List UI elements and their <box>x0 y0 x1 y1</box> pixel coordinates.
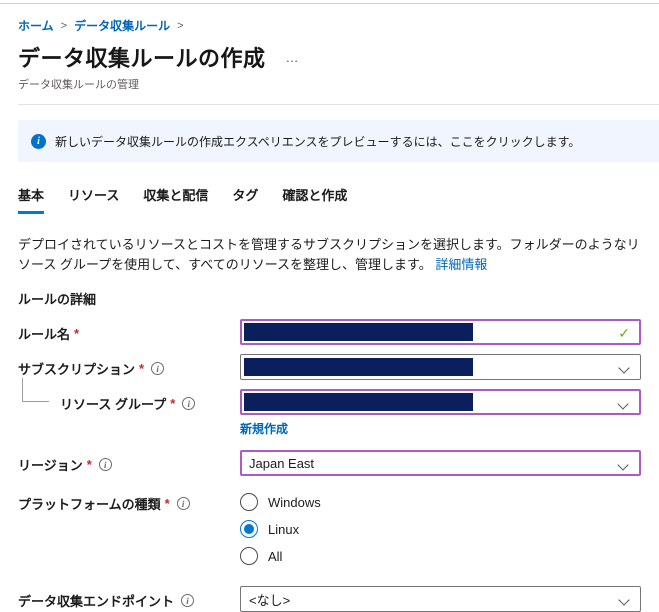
info-icon: i <box>31 133 46 149</box>
breadcrumb: ホーム > データ収集ルール > <box>18 17 659 34</box>
tab-collect-and-deliver[interactable]: 収集と配信 <box>143 185 208 214</box>
region-value: Japan East <box>249 455 315 471</box>
info-tooltip-icon[interactable]: i <box>182 397 196 411</box>
banner-text: 新しいデータ収集ルールの作成エクスペリエンスをプレビューするには、ここをクリック… <box>55 134 581 149</box>
tab-review-and-create[interactable]: 確認と作成 <box>282 185 347 214</box>
radio-option-all[interactable]: All <box>240 545 641 567</box>
region-label-cell: リージョン * i <box>18 450 240 474</box>
region-dropdown[interactable]: Japan East <box>240 450 641 477</box>
page-title: データ収集ルールの作成 <box>18 46 266 71</box>
tab-tags[interactable]: タグ <box>232 185 258 214</box>
info-tooltip-icon[interactable]: i <box>151 362 165 376</box>
top-divider <box>0 3 659 4</box>
redacted-value <box>244 358 473 377</box>
chevron-down-icon <box>618 594 630 606</box>
more-actions-button[interactable]: … <box>286 50 300 65</box>
tab-description: デプロイされているリソースとコストを管理するサブスクリプションを選択します。フォ… <box>18 235 640 275</box>
rule-name-input[interactable]: ✓ <box>240 319 641 346</box>
resource-group-dropdown[interactable] <box>240 389 641 416</box>
section-title-rule-details: ルールの詳細 <box>18 292 97 308</box>
required-asterisk: * <box>139 361 145 377</box>
info-tooltip-icon[interactable]: i <box>98 458 112 472</box>
platform-type-label: プラットフォームの種類 <box>18 497 161 513</box>
description-text: デプロイされているリソースとコストを管理するサブスクリプションを選択します。フォ… <box>18 237 640 273</box>
tab-resources[interactable]: リソース <box>68 185 119 214</box>
endpoint-label-cell: データ収集エンドポイント i <box>18 586 240 610</box>
breadcrumb-data-collection-rules-link[interactable]: データ収集ルール <box>74 17 170 34</box>
wizard-tabs: 基本 リソース 収集と配信 タグ 確認と作成 <box>18 185 659 214</box>
rule-name-label-cell: ルール名 * <box>18 319 240 343</box>
page-header: データ収集ルールの作成 … <box>18 41 659 73</box>
data-collection-endpoint-row: データ収集エンドポイント i <なし> <box>18 586 659 612</box>
radio-label: Linux <box>268 521 300 537</box>
resource-group-row: リソース グループ * i 新規作成 <box>18 378 659 438</box>
info-tooltip-icon[interactable]: i <box>176 497 190 511</box>
resource-group-label: リソース グループ <box>60 397 167 413</box>
learn-more-link[interactable]: 詳細情報 <box>435 257 487 272</box>
page-subtitle: データ収集ルールの管理 <box>18 79 139 91</box>
region-label: リージョン <box>18 458 83 474</box>
rule-name-row: ルール名 * ✓ <box>18 319 659 346</box>
endpoint-label: データ収集エンドポイント <box>18 594 175 610</box>
subscription-dropdown[interactable] <box>240 354 641 381</box>
required-asterisk: * <box>86 457 92 473</box>
platform-type-control-cell: Windows Linux All <box>240 489 641 567</box>
region-control-cell: Japan East <box>240 450 641 477</box>
radio-checked-icon <box>240 520 258 539</box>
breadcrumb-separator: > <box>60 19 68 32</box>
tab-basics[interactable]: 基本 <box>18 185 45 214</box>
create-data-collection-rule-page: ホーム > データ収集ルール > データ収集ルールの作成 … データ収集ルールの… <box>0 17 659 612</box>
create-new-resource-group-link[interactable]: 新規作成 <box>240 420 288 437</box>
platform-type-radio-group: Windows Linux All <box>240 489 641 567</box>
breadcrumb-separator: > <box>177 19 184 32</box>
platform-type-label-cell: プラットフォームの種類 * i <box>18 489 240 513</box>
valid-check-icon: ✓ <box>618 325 630 342</box>
subscription-control-cell <box>240 354 641 381</box>
required-asterisk: * <box>164 496 170 512</box>
redacted-value <box>244 323 473 342</box>
rule-name-label: ルール名 <box>18 327 71 343</box>
basics-form: ルール名 * ✓ サブスクリプション * i リソース グループ * i 新規作… <box>18 319 659 612</box>
chevron-down-icon <box>617 398 629 410</box>
resource-group-control-cell: 新規作成 <box>240 389 641 438</box>
radio-label: Windows <box>268 494 321 510</box>
rule-name-control-cell: ✓ <box>240 319 641 346</box>
required-asterisk: * <box>74 326 80 342</box>
endpoint-control-cell: <なし> <box>240 586 641 612</box>
endpoint-value: <なし> <box>249 592 291 608</box>
radio-option-windows[interactable]: Windows <box>240 491 641 513</box>
redacted-value <box>244 393 473 412</box>
radio-option-linux[interactable]: Linux <box>240 518 641 540</box>
preview-info-banner[interactable]: i 新しいデータ収集ルールの作成エクスペリエンスをプレビューするには、ここをクリ… <box>18 120 659 162</box>
subscription-label-cell: サブスクリプション * i <box>18 354 240 378</box>
header-divider <box>18 104 659 105</box>
info-tooltip-icon[interactable]: i <box>181 594 195 608</box>
required-asterisk: * <box>170 396 176 412</box>
radio-dot <box>244 524 254 535</box>
chevron-down-icon <box>618 362 630 374</box>
radio-unchecked-icon <box>240 547 258 566</box>
radio-unchecked-icon <box>240 493 258 512</box>
region-row: リージョン * i Japan East <box>18 450 659 477</box>
chevron-down-icon <box>617 459 629 471</box>
platform-type-row: プラットフォームの種類 * i Windows Linux All <box>18 489 659 567</box>
subscription-row: サブスクリプション * i <box>18 354 659 381</box>
data-collection-endpoint-dropdown[interactable]: <なし> <box>240 586 641 612</box>
breadcrumb-home-link[interactable]: ホーム <box>18 17 54 34</box>
radio-label: All <box>268 548 283 564</box>
resource-group-label-cell: リソース グループ * i <box>18 378 240 413</box>
tree-connector-line <box>22 378 49 403</box>
subscription-label: サブスクリプション <box>18 362 136 378</box>
